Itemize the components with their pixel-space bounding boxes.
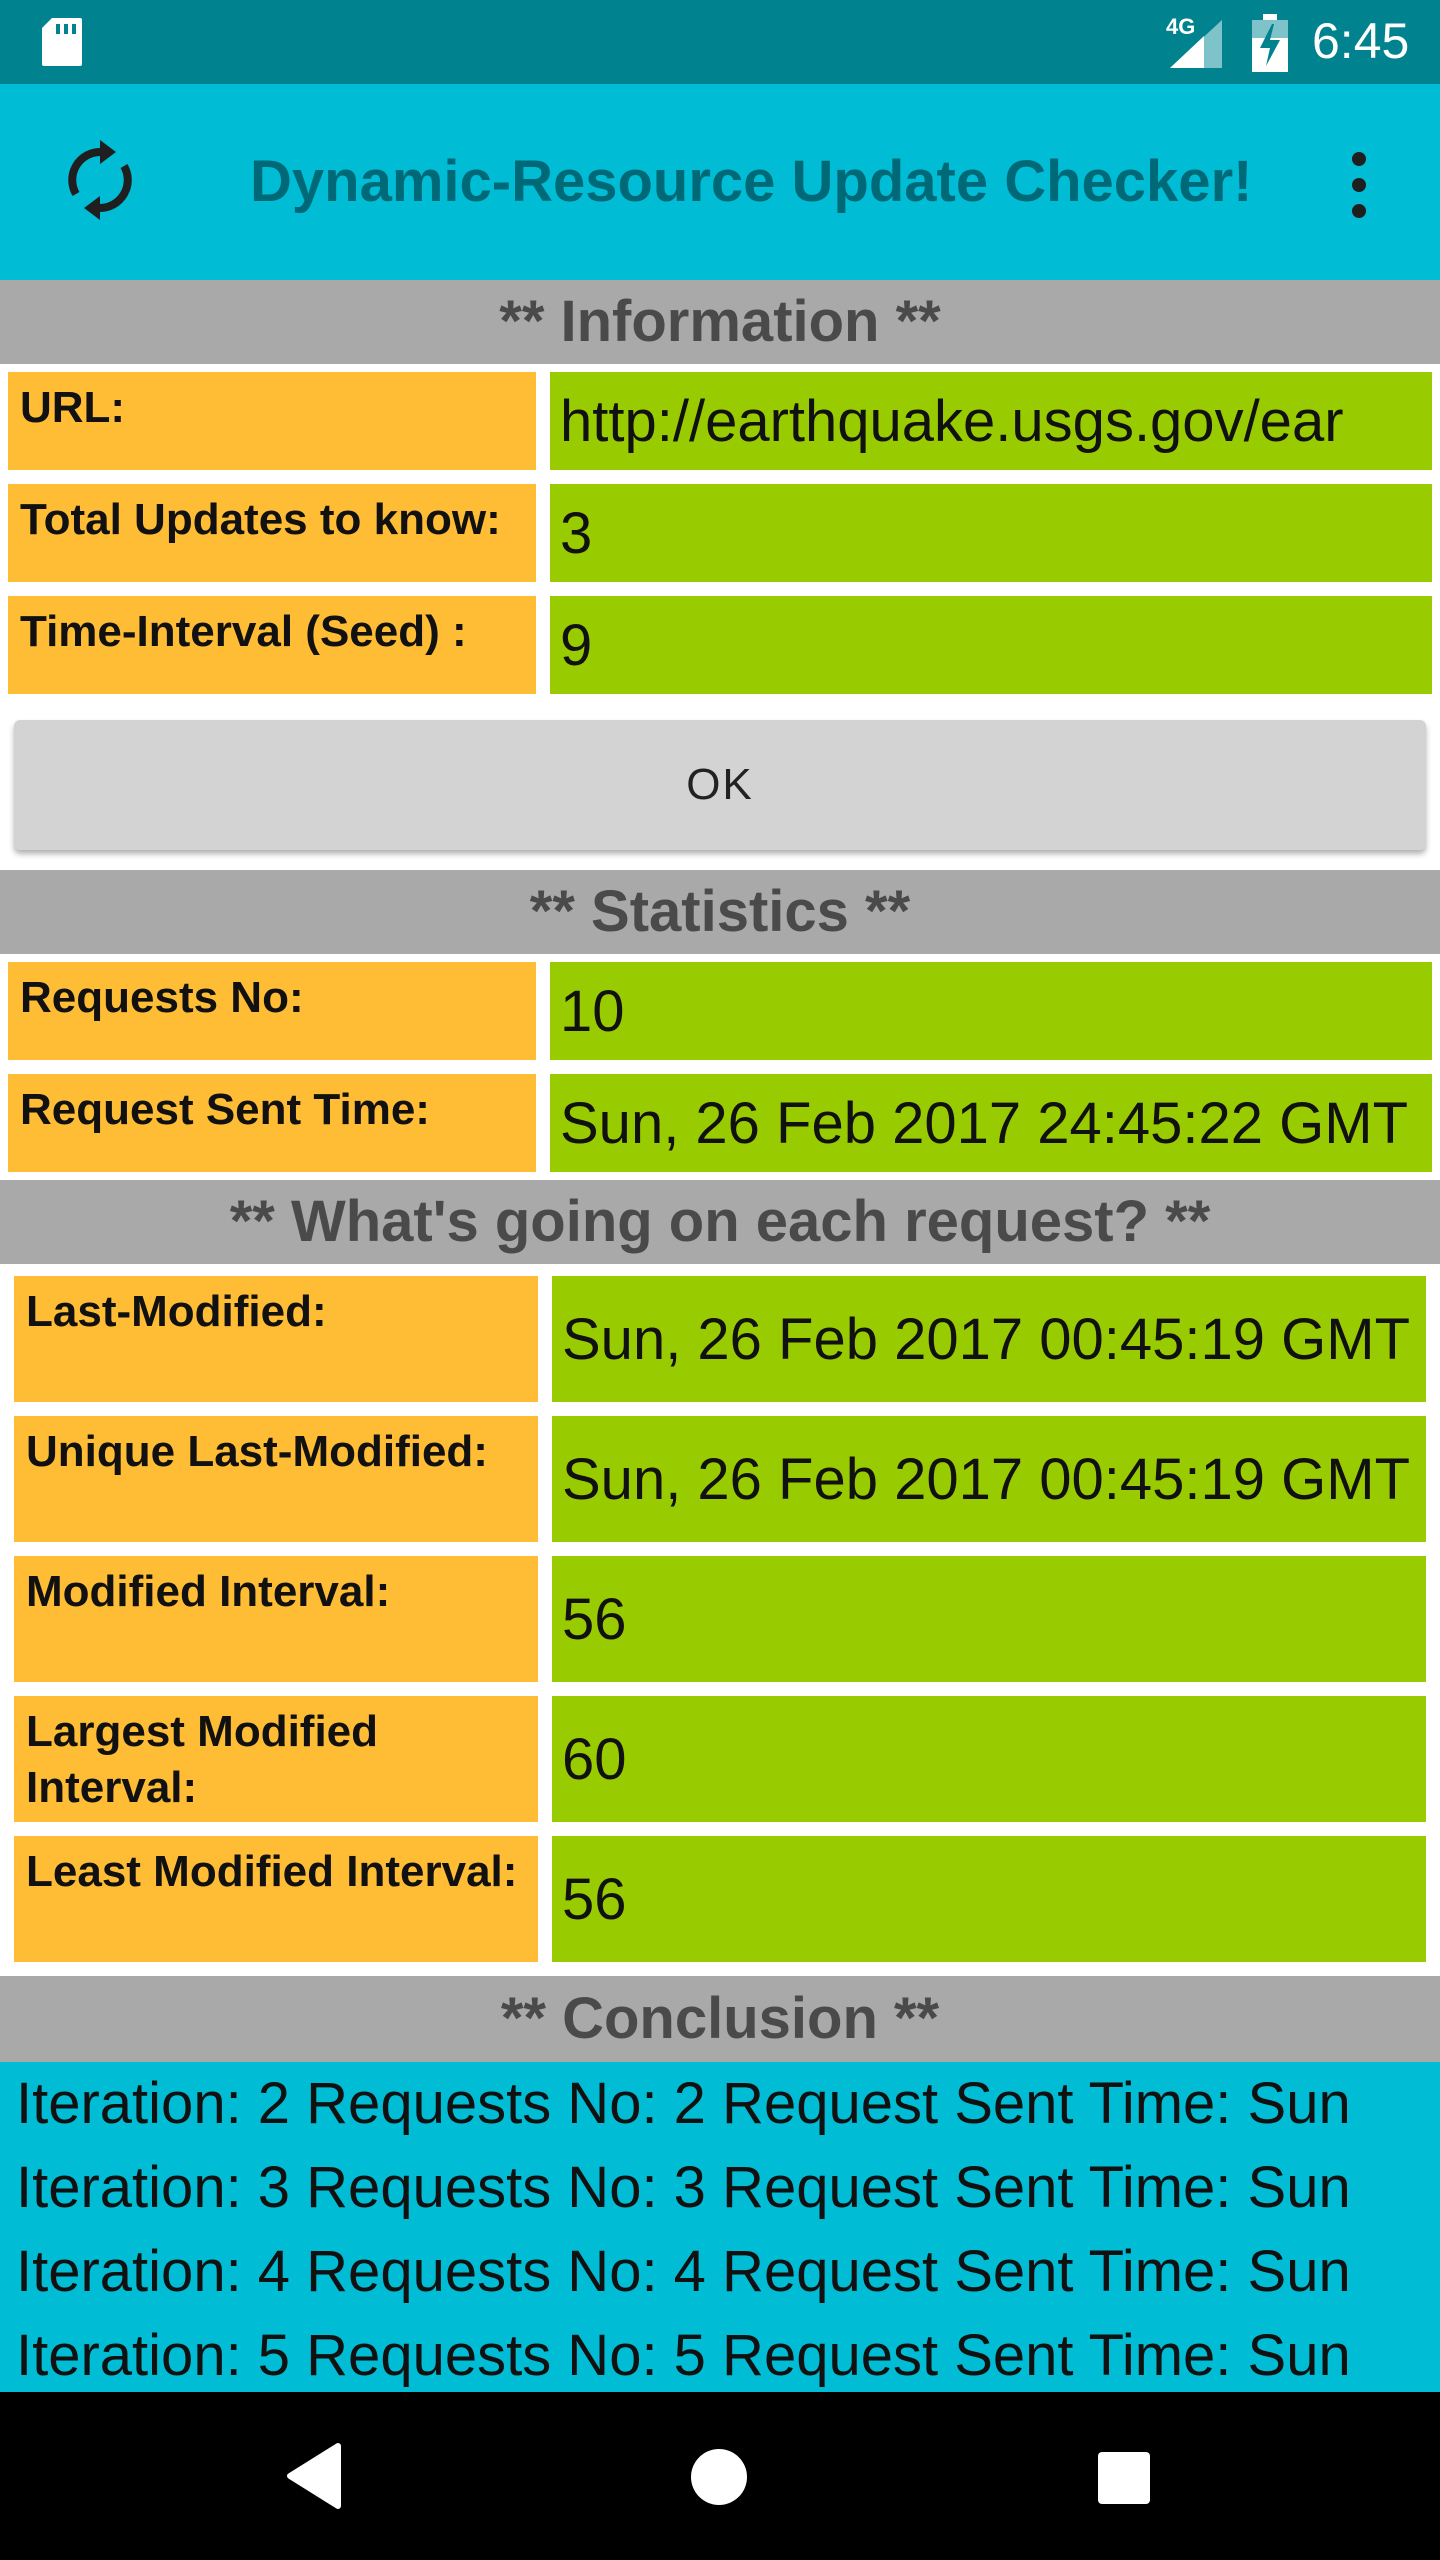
largest-modified-interval-label: Largest Modified Interval: bbox=[14, 1696, 538, 1822]
sd-card-icon bbox=[42, 18, 82, 66]
list-item: Iteration: 4 Requests No: 4 Request Sent… bbox=[16, 2239, 1351, 2304]
last-modified-value: Sun, 26 Feb 2017 00:45:19 GMT bbox=[552, 1276, 1426, 1402]
request-sent-time-value: Sun, 26 Feb 2017 24:45:22 GMT bbox=[550, 1074, 1432, 1172]
list-item: Iteration: 3 Requests No: 3 Request Sent… bbox=[16, 2155, 1351, 2220]
statistics-header: ** Statistics ** bbox=[0, 870, 1440, 954]
app-bar: Dynamic-Resource Update Checker! bbox=[0, 84, 1440, 280]
conclusion-header: ** Conclusion ** bbox=[0, 1976, 1440, 2062]
information-header: ** Information ** bbox=[0, 280, 1440, 364]
each-request-header: ** What's going on each request? ** bbox=[0, 1180, 1440, 1264]
unique-last-modified-value: Sun, 26 Feb 2017 00:45:19 GMT bbox=[552, 1416, 1426, 1542]
total-updates-label: Total Updates to know: bbox=[8, 484, 536, 582]
overflow-menu-icon[interactable] bbox=[1346, 150, 1372, 220]
list-item: Iteration: 5 Requests No: 5 Request Sent… bbox=[16, 2323, 1351, 2388]
status-bar: 4G 6:45 bbox=[0, 0, 1440, 84]
largest-modified-interval-value: 60 bbox=[552, 1696, 1426, 1822]
requests-no-value: 10 bbox=[550, 962, 1432, 1060]
clock: 6:45 bbox=[1312, 13, 1410, 69]
time-interval-label: Time-Interval (Seed) : bbox=[8, 596, 536, 694]
time-interval-field[interactable]: 9 bbox=[550, 596, 1432, 694]
conclusion-list[interactable]: Iteration: 2 Requests No: 2 Request Sent… bbox=[0, 2062, 1440, 2392]
least-modified-interval-value: 56 bbox=[552, 1836, 1426, 1962]
recents-icon[interactable] bbox=[1096, 2450, 1152, 2506]
request-sent-time-label: Request Sent Time: bbox=[8, 1074, 536, 1172]
modified-interval-value: 56 bbox=[552, 1556, 1426, 1682]
list-item: Iteration: 2 Requests No: 2 Request Sent… bbox=[16, 2071, 1351, 2136]
requests-no-label: Requests No: bbox=[8, 962, 536, 1060]
back-icon[interactable] bbox=[284, 2442, 344, 2510]
app-title: Dynamic-Resource Update Checker! bbox=[250, 149, 1253, 214]
total-updates-field[interactable]: 3 bbox=[550, 484, 1432, 582]
url-field[interactable]: http://earthquake.usgs.gov/ear bbox=[550, 372, 1432, 470]
ok-button[interactable]: OK bbox=[14, 720, 1426, 850]
battery-charging-icon bbox=[1252, 14, 1288, 72]
unique-last-modified-label: Unique Last-Modified: bbox=[14, 1416, 538, 1542]
least-modified-interval-label: Least Modified Interval: bbox=[14, 1836, 538, 1962]
signal-icon bbox=[1170, 20, 1222, 68]
refresh-icon[interactable] bbox=[58, 138, 142, 222]
navigation-bar bbox=[0, 2392, 1440, 2560]
last-modified-label: Last-Modified: bbox=[14, 1276, 538, 1402]
modified-interval-label: Modified Interval: bbox=[14, 1556, 538, 1682]
url-label: URL: bbox=[8, 372, 536, 470]
home-icon[interactable] bbox=[690, 2448, 748, 2506]
